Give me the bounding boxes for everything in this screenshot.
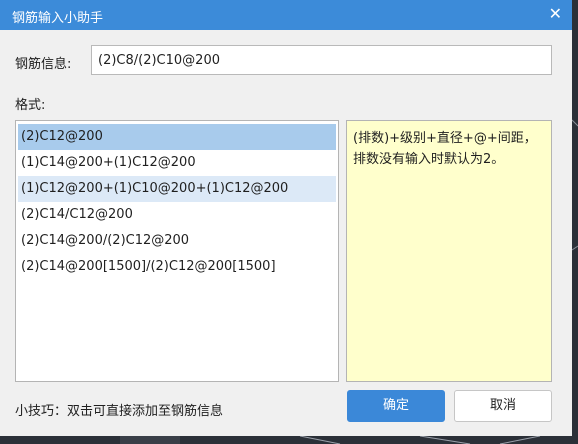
rebar-info-label: 钢筋信息:	[15, 57, 72, 72]
tip-text: 小技巧：双击可直接添加至钢筋信息	[15, 404, 224, 419]
title-bar: 钢筋输入小助手 ✕	[0, 0, 572, 30]
format-list-item[interactable]: (2)C14/C12@200	[18, 202, 336, 228]
format-label: 格式:	[15, 98, 46, 113]
ok-button[interactable]: 确定	[347, 390, 445, 422]
rebar-info-input[interactable]	[91, 45, 552, 75]
format-list-item[interactable]: (2)C14@200/(2)C12@200	[18, 228, 336, 254]
format-list-item[interactable]: (1)C12@200+(1)C10@200+(1)C12@200	[18, 176, 336, 202]
rebar-input-dialog: 钢筋输入小助手 ✕ 钢筋信息: 格式: (2)C12@200 (1)C14@20…	[0, 0, 572, 436]
close-icon[interactable]: ✕	[549, 5, 562, 23]
cancel-button[interactable]: 取消	[454, 390, 552, 422]
format-list-item[interactable]: (1)C14@200+(1)C12@200	[18, 150, 336, 176]
format-list[interactable]: (2)C12@200 (1)C14@200+(1)C12@200 (1)C12@…	[15, 120, 339, 382]
format-list-item[interactable]: (2)C14@200[1500]/(2)C12@200[1500]	[18, 254, 336, 280]
format-list-item[interactable]: (2)C12@200	[18, 124, 336, 150]
format-hint-box: (排数)+级别+直径+@+间距，排数没有输入时默认为2。	[346, 120, 552, 382]
dialog-title: 钢筋输入小助手	[12, 11, 104, 26]
